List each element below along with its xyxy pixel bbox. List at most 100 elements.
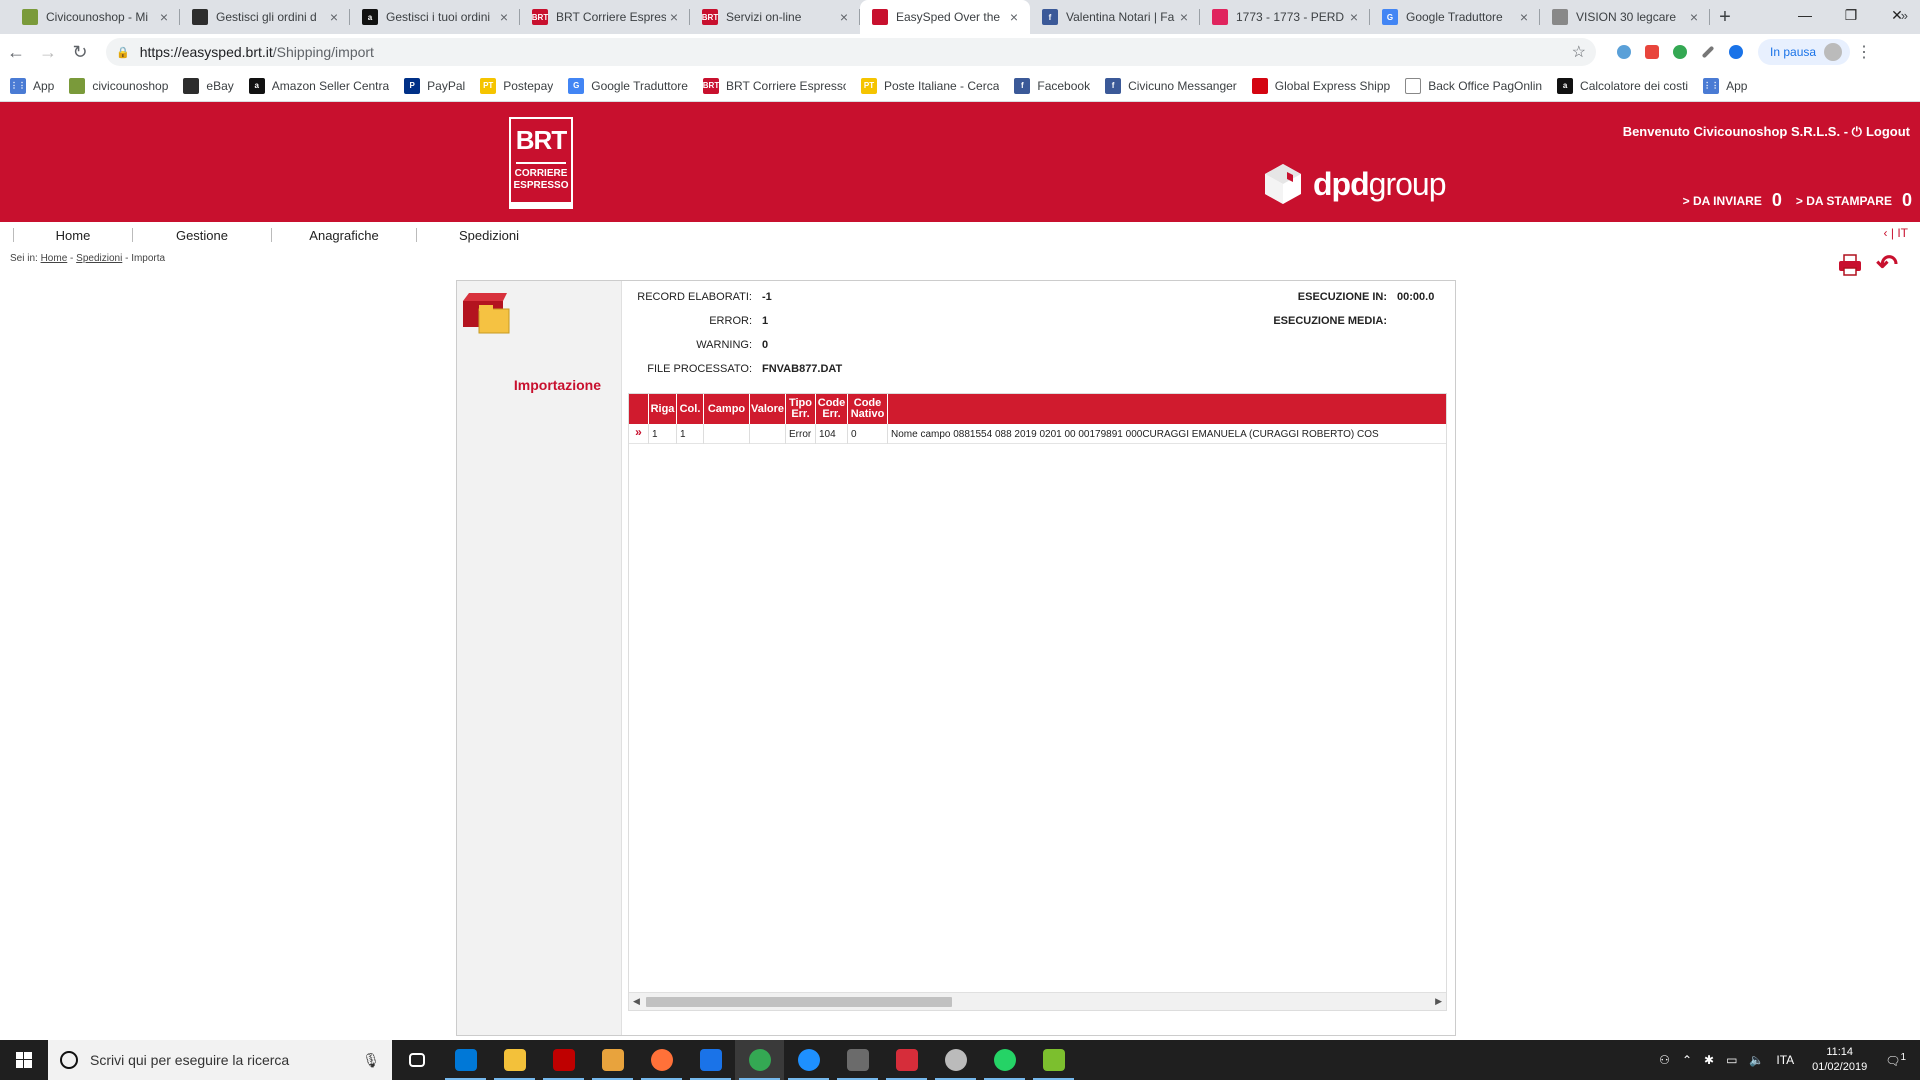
browser-tab[interactable]: a Gestisci i tuoi ordini × xyxy=(350,0,520,34)
horizontal-scrollbar[interactable]: ◀ ▶ xyxy=(629,992,1446,1010)
browser-tab[interactable]: Civicounoshop - Mi × xyxy=(10,0,180,34)
close-window-button[interactable]: ✕ xyxy=(1874,0,1920,30)
menu-item-anagrafiche[interactable]: Anagrafiche xyxy=(272,228,416,243)
back-arrow-icon[interactable]: ← xyxy=(0,36,32,68)
tab-close-icon[interactable]: × xyxy=(496,9,512,25)
bookmark-star-icon[interactable]: ☆ xyxy=(1572,42,1586,62)
breadcrumb-home[interactable]: Home xyxy=(41,253,68,264)
extension-eyedropper-icon[interactable] xyxy=(1694,38,1722,66)
extension-blue-icon[interactable] xyxy=(1722,38,1750,66)
browser-tab[interactable]: G Google Traduttore × xyxy=(1370,0,1540,34)
start-button[interactable] xyxy=(0,1040,48,1080)
bookmark-item[interactable]: ⋮⋮ App xyxy=(10,77,54,94)
bookmark-item[interactable]: G Google Traduttore xyxy=(568,77,688,94)
app-pinwheel-icon[interactable] xyxy=(931,1040,980,1080)
store-icon[interactable] xyxy=(441,1040,490,1080)
tab-close-icon[interactable]: × xyxy=(1346,9,1362,25)
extension-green-icon[interactable] xyxy=(1666,38,1694,66)
menu-item-spedizioni[interactable]: Spedizioni xyxy=(417,228,561,243)
table-row[interactable]: » 1 1 Error 104 0 Nome campo 0881554 088 2019 … xyxy=(629,424,1446,444)
bookmark-item[interactable]: BRT BRT Corriere Espresso xyxy=(703,77,846,94)
grid-column-header[interactable]: Code Err. xyxy=(816,394,848,424)
app-game-icon[interactable] xyxy=(833,1040,882,1080)
scroll-left-icon[interactable]: ◀ xyxy=(633,996,640,1007)
grid-column-header[interactable]: Code Nativo xyxy=(848,394,888,424)
logout-icon[interactable]: ⏻ xyxy=(1852,124,1862,139)
chrome-icon[interactable] xyxy=(735,1040,784,1080)
bookmark-item[interactable]: a Calcolatore dei costi xyxy=(1557,77,1688,94)
back-arrow-icon[interactable]: ↶ xyxy=(1876,249,1898,280)
network-icon[interactable]: ▭ xyxy=(1726,1053,1737,1067)
tab-close-icon[interactable]: × xyxy=(836,9,852,25)
menu-item-home[interactable]: Home xyxy=(14,228,132,243)
app-strawberry-icon[interactable] xyxy=(882,1040,931,1080)
profile-button[interactable]: In pausa xyxy=(1758,39,1851,65)
chrome-menu-icon[interactable]: ⋮ xyxy=(1850,42,1878,62)
app-green-icon[interactable] xyxy=(1029,1040,1078,1080)
extension-chat-icon[interactable] xyxy=(1610,38,1638,66)
tab-close-icon[interactable]: × xyxy=(1686,9,1702,25)
tab-close-icon[interactable]: × xyxy=(1176,9,1192,25)
microphone-icon[interactable]: 🎙 xyxy=(362,1052,380,1069)
browser-tab[interactable]: EasySped Over the × xyxy=(860,0,1030,34)
breadcrumb-spedizioni[interactable]: Spedizioni xyxy=(76,253,122,264)
extension-red-icon[interactable] xyxy=(1638,38,1666,66)
address-bar[interactable]: 🔒 https://easysped.brt.it/Shipping/impor… xyxy=(106,38,1596,66)
new-tab-button[interactable]: + xyxy=(1710,0,1740,34)
bookmark-item[interactable]: f Facebook xyxy=(1014,77,1090,94)
logout-link[interactable]: Logout xyxy=(1866,124,1910,139)
grid-column-header[interactable]: Riga xyxy=(649,394,677,424)
browser-tab[interactable]: BRT BRT Corriere Espres × xyxy=(520,0,690,34)
bookmarks-overflow-icon[interactable]: » xyxy=(1901,8,1908,23)
minimize-button[interactable]: — xyxy=(1782,0,1828,30)
tab-close-icon[interactable]: × xyxy=(666,9,682,25)
file-explorer-icon[interactable] xyxy=(490,1040,539,1080)
notifications-icon[interactable]: 🗨1 xyxy=(1885,1052,1906,1068)
browser-tab[interactable]: 1773 - 1773 - PERD × xyxy=(1200,0,1370,34)
scrollbar-thumb[interactable] xyxy=(646,997,952,1007)
tray-overflow-icon[interactable]: ⌃ xyxy=(1682,1053,1692,1067)
grid-column-header[interactable]: Tipo Err. xyxy=(786,394,816,424)
grid-column-header[interactable] xyxy=(888,394,1446,424)
forward-arrow-icon[interactable]: → xyxy=(32,36,64,68)
tab-close-icon[interactable]: × xyxy=(156,9,172,25)
bookmark-item[interactable]: Global Express Shipp xyxy=(1251,77,1390,94)
browser-tab[interactable]: BRT Servizi on-line × xyxy=(690,0,860,34)
grid-column-header[interactable]: Valore xyxy=(750,394,786,424)
task-view-icon[interactable] xyxy=(392,1040,441,1080)
tab-close-icon[interactable]: × xyxy=(1516,9,1532,25)
filezilla-icon[interactable] xyxy=(539,1040,588,1080)
tab-close-icon[interactable]: × xyxy=(326,9,342,25)
whatsapp-icon[interactable] xyxy=(980,1040,1029,1080)
expand-row-icon[interactable]: » xyxy=(629,424,649,444)
tab-close-icon[interactable]: × xyxy=(1006,9,1022,25)
edge-icon[interactable] xyxy=(784,1040,833,1080)
grid-column-header[interactable]: Col. xyxy=(677,394,704,424)
da-inviare-link[interactable]: > DA INVIARE xyxy=(1683,194,1762,208)
bookmark-item[interactable]: PT Poste Italiane - Cerca xyxy=(860,77,999,94)
reload-icon[interactable]: ↻ xyxy=(64,36,96,68)
bookmark-item[interactable]: P PayPal xyxy=(404,77,465,94)
da-stampare-link[interactable]: > DA STAMPARE xyxy=(1796,194,1892,208)
printer-icon[interactable] xyxy=(1838,253,1862,276)
browser-tab[interactable]: VISION 30 legcare × xyxy=(1540,0,1710,34)
people-icon[interactable]: ⚇ xyxy=(1659,1053,1670,1067)
bookmark-item[interactable]: ⋮⋮ App xyxy=(1703,77,1747,94)
brt-logo[interactable]: BRT CORRIERE ESPRESSO xyxy=(509,117,573,209)
menu-item-gestione[interactable]: Gestione xyxy=(133,228,271,243)
volume-icon[interactable]: 🔈 xyxy=(1749,1053,1764,1067)
restore-button[interactable]: ❐ xyxy=(1828,0,1874,30)
bookmark-item[interactable]: civicounoshop xyxy=(69,77,168,94)
bookmark-item[interactable]: f Civicuno Messanger xyxy=(1105,77,1237,94)
bookmark-item[interactable]: eBay xyxy=(183,77,234,94)
grid-column-header[interactable]: Campo xyxy=(704,394,750,424)
clock[interactable]: 11:14 01/02/2019 xyxy=(1812,1045,1867,1075)
bookmark-item[interactable]: Back Office PagOnlin xyxy=(1405,77,1542,94)
bluetooth-icon[interactable]: ✱ xyxy=(1704,1053,1714,1067)
media-icon[interactable] xyxy=(588,1040,637,1080)
firefox-icon[interactable] xyxy=(637,1040,686,1080)
bookmark-item[interactable]: a Amazon Seller Centra xyxy=(248,77,389,94)
browser-tab[interactable]: Gestisci gli ordini d × xyxy=(180,0,350,34)
language-selector[interactable]: ‹ | IT xyxy=(1884,226,1908,240)
grid-column-header[interactable] xyxy=(629,394,649,424)
